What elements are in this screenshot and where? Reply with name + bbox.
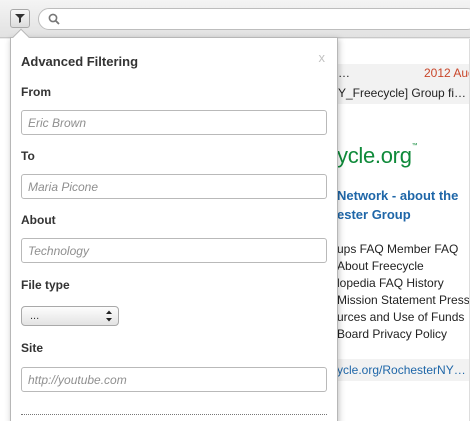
site-label: Site (21, 341, 44, 355)
message-row-subject: Y_Freecycle] Group fi… (338, 86, 467, 100)
paragraph-line: About Freecycle (337, 259, 424, 273)
about-label: About (21, 213, 56, 227)
paragraph-line: lopedia FAQ History (337, 276, 444, 290)
from-label: From (21, 85, 51, 99)
from-field[interactable] (21, 110, 327, 135)
freecycle-logo: ycle.org™ (337, 143, 418, 168)
site-field[interactable] (21, 367, 327, 392)
top-toolbar (0, 0, 470, 38)
paragraph-line: Mission Statement Press (337, 293, 470, 307)
file-type-selected-value: ... (30, 310, 40, 322)
select-arrows-icon (106, 310, 112, 322)
paragraph-line: ups FAQ Member FAQ (337, 242, 459, 256)
funnel-icon (15, 14, 25, 23)
message-row-date: 2012 Aug 8 (424, 66, 470, 80)
search-input[interactable] (38, 8, 470, 30)
article-title-line-1[interactable]: Network - about the (337, 188, 458, 203)
panel-title: Advanced Filtering (21, 54, 139, 69)
paragraph-line: urces and Use of Funds (337, 310, 465, 324)
file-type-label: File type (21, 278, 70, 292)
filter-toggle-button[interactable] (10, 9, 30, 28)
freecycle-url-link[interactable]: ycle.org/RochesterNY… (337, 363, 466, 377)
about-field[interactable] (21, 238, 327, 263)
panel-divider (21, 414, 327, 415)
advanced-filtering-panel: Advanced Filtering x From To About File … (10, 37, 338, 421)
paragraph-line: Board Privacy Policy (337, 327, 448, 341)
close-icon[interactable]: x (319, 50, 326, 65)
file-type-select[interactable]: ... (21, 306, 119, 326)
to-field[interactable] (21, 174, 327, 199)
to-label: To (21, 149, 35, 163)
search-icon (48, 13, 60, 25)
article-title-line-2[interactable]: ester Group (337, 207, 411, 222)
message-row-sender: … (338, 66, 350, 80)
